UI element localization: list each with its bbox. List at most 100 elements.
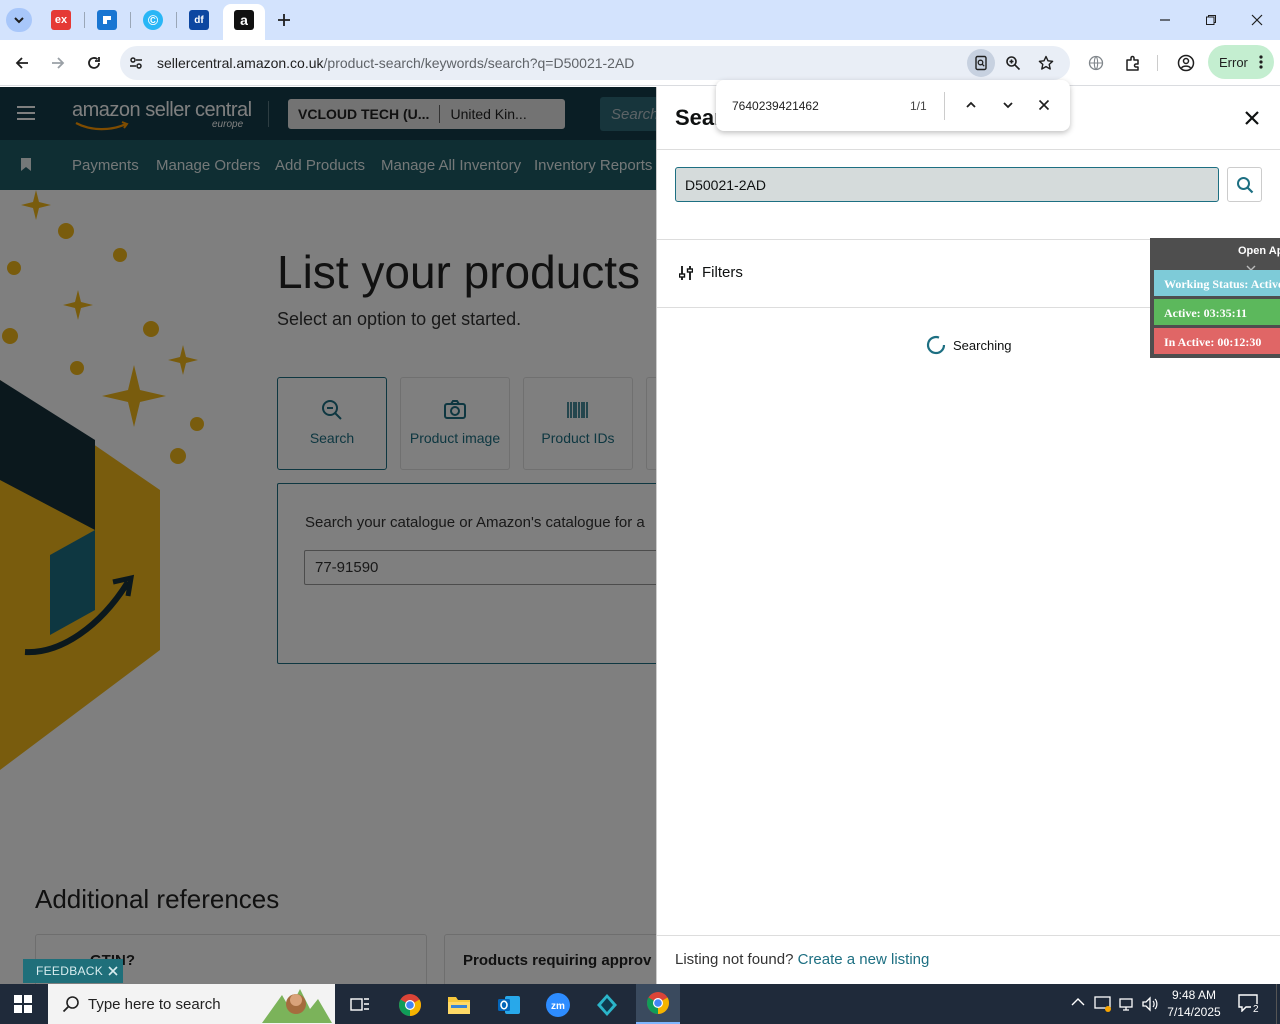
- notification-count: 2: [1251, 1004, 1261, 1015]
- zoom-taskbar-app[interactable]: zm: [538, 988, 578, 1022]
- forward-button[interactable]: [44, 49, 72, 77]
- tab-ex[interactable]: ex: [51, 10, 71, 30]
- url-text: sellercentral.amazon.co.uk/product-searc…: [157, 55, 634, 71]
- tab-favicon-icon: [103, 16, 111, 24]
- chrome-active-taskbar-app[interactable]: [636, 984, 680, 1024]
- reload-button[interactable]: [80, 49, 108, 77]
- address-bar[interactable]: sellercentral.amazon.co.uk/product-searc…: [120, 46, 1070, 80]
- close-window-button[interactable]: [1245, 8, 1269, 32]
- amazon-favicon-icon: a: [234, 10, 254, 30]
- profile-error-chip[interactable]: Error: [1208, 45, 1274, 79]
- open-app-button[interactable]: Open Ap: [1238, 245, 1280, 257]
- search-icon: [62, 996, 79, 1013]
- chrome-icon: [647, 992, 669, 1014]
- browser-toolbar: sellercentral.amazon.co.uk/product-searc…: [0, 40, 1280, 86]
- extensions-icon[interactable]: [1119, 49, 1147, 77]
- arrow-right-icon: [52, 57, 65, 69]
- close-icon: [1245, 111, 1259, 125]
- kebab-menu-icon: [1259, 55, 1263, 69]
- taskbar-search-box[interactable]: Type here to search: [48, 984, 335, 1024]
- diamond-taskbar-app[interactable]: [587, 988, 627, 1022]
- tab-edge[interactable]: [97, 10, 117, 30]
- folder-icon: [448, 997, 470, 1014]
- network-icon[interactable]: [1118, 995, 1136, 1013]
- chrome-taskbar-app[interactable]: [390, 988, 430, 1022]
- inactive-time-row: In Active: 00:12:30: [1154, 328, 1280, 354]
- show-desktop-button[interactable]: [1276, 984, 1280, 1024]
- taskbar-search-placeholder: Type here to search: [88, 995, 221, 1013]
- panel-search-input[interactable]: D50021-2AD: [675, 167, 1219, 202]
- tab-c[interactable]: ©: [143, 10, 163, 30]
- search-highlight-image: [262, 989, 332, 1023]
- taskbar-clock[interactable]: 9:48 AM 7/14/2025: [1160, 987, 1228, 1021]
- zoom-app-icon: zm: [546, 993, 570, 1017]
- bookmark-star-icon[interactable]: [1032, 49, 1060, 77]
- translate-icon[interactable]: [1082, 49, 1110, 77]
- filters-toggle[interactable]: Filters: [679, 264, 743, 281]
- tab-search-button[interactable]: [6, 8, 32, 32]
- show-hidden-icons-button[interactable]: [1071, 997, 1085, 1007]
- panel-search-button[interactable]: [1227, 167, 1262, 202]
- active-time-row: Active: 03:35:11: [1154, 299, 1280, 325]
- svg-text:zm: zm: [551, 1001, 565, 1012]
- panel-divider: [657, 935, 1280, 936]
- windows-logo-icon: [14, 995, 32, 1013]
- error-label: Error: [1219, 54, 1248, 70]
- url-path: /product-search/keywords/search?q=D50021…: [323, 55, 635, 71]
- outlook-icon: [498, 996, 520, 1014]
- find-previous-button[interactable]: [957, 91, 985, 119]
- find-next-button[interactable]: [994, 91, 1022, 119]
- notification-center-button[interactable]: 2: [1238, 994, 1262, 1016]
- find-match-count: 1/1: [910, 99, 927, 113]
- task-view-button[interactable]: [340, 988, 380, 1022]
- chevron-down-icon: [14, 17, 24, 24]
- restore-button[interactable]: [1199, 8, 1223, 32]
- chevron-up-icon: [966, 101, 976, 108]
- minimize-button[interactable]: [1153, 8, 1177, 32]
- close-icon[interactable]: [108, 966, 118, 976]
- find-input[interactable]: 7640239421462: [732, 99, 819, 113]
- find-in-page-icon[interactable]: [967, 49, 995, 77]
- reload-icon: [88, 57, 100, 69]
- site-info-icon[interactable]: [128, 55, 144, 71]
- zoom-icon[interactable]: [999, 49, 1027, 77]
- minimize-icon: [1160, 19, 1170, 21]
- sliders-icon: [679, 265, 693, 280]
- browser-tab-bar: ex © df a: [0, 0, 1280, 40]
- find-close-button[interactable]: [1030, 91, 1058, 119]
- tray-app-icon[interactable]: [1094, 995, 1112, 1013]
- new-tab-button[interactable]: [274, 10, 294, 30]
- tab-df[interactable]: df: [189, 10, 209, 30]
- toolbar-divider: [1157, 55, 1158, 71]
- start-button[interactable]: [14, 995, 32, 1013]
- tab-amazon-active[interactable]: a: [223, 4, 265, 40]
- url-host: sellercentral.amazon.co.uk: [157, 55, 324, 71]
- back-button[interactable]: [8, 49, 36, 77]
- plus-icon: [278, 14, 290, 26]
- volume-icon[interactable]: [1141, 995, 1159, 1013]
- spinner-icon: [926, 335, 946, 355]
- arrow-left-icon: [15, 57, 28, 69]
- chevron-up-icon: [1071, 998, 1085, 1006]
- modal-backdrop[interactable]: [0, 87, 656, 984]
- close-icon: [1251, 14, 1263, 26]
- outlook-taskbar-app[interactable]: [489, 988, 529, 1022]
- filters-label: Filters: [702, 264, 743, 281]
- file-explorer-taskbar-app[interactable]: [439, 988, 479, 1022]
- find-in-page-bar: 7640239421462 1/1: [716, 80, 1070, 131]
- chevron-down-icon: [1003, 102, 1013, 109]
- windows-taskbar: Type here to search zm 9:48 AM 7/14/2025…: [0, 984, 1280, 1024]
- searching-label: Searching: [953, 337, 1012, 353]
- profile-icon[interactable]: [1172, 49, 1200, 77]
- clock-time: 9:48 AM: [1171, 988, 1217, 1002]
- clock-date: 7/14/2025: [1167, 1005, 1221, 1019]
- working-status-row: Working Status: Active: [1154, 270, 1280, 296]
- tab-divider: [130, 12, 131, 28]
- diamond-app-icon: [597, 994, 617, 1016]
- create-listing-link[interactable]: Create a new listing: [798, 951, 930, 968]
- panel-divider: [657, 149, 1280, 150]
- find-divider: [944, 92, 945, 120]
- not-found-text: Listing not found?: [675, 951, 794, 968]
- feedback-button[interactable]: FEEDBACK: [23, 959, 123, 983]
- panel-close-button[interactable]: [1241, 107, 1263, 129]
